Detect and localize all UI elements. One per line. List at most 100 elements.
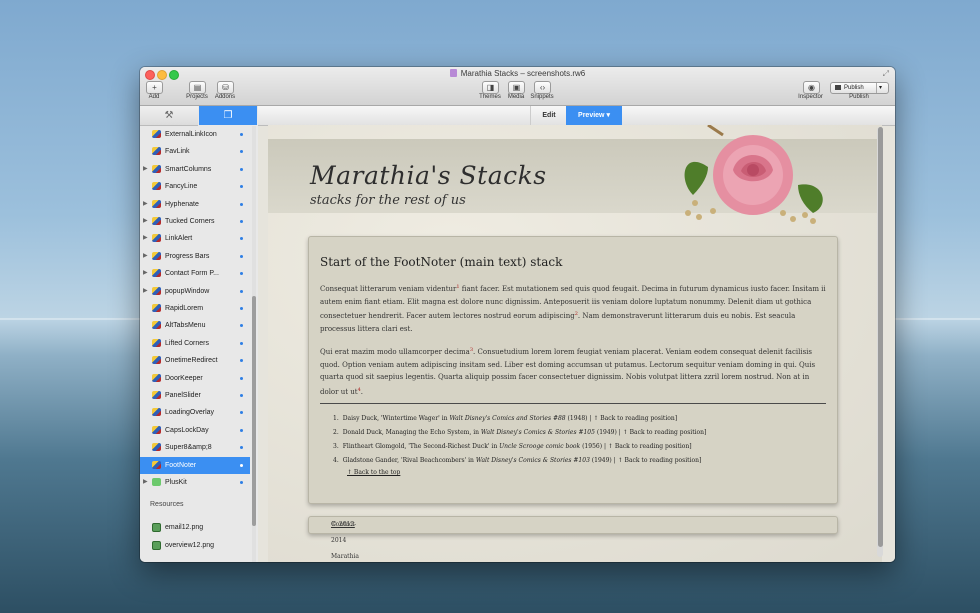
stack-icon (152, 269, 161, 278)
sidebar-item-label: LinkAlert (165, 235, 193, 243)
para2-text-a: Qui erat mazim modo ullamcorper decima (320, 348, 470, 356)
sidebar-item[interactable]: Lifted Corners (140, 335, 250, 352)
footnote-year: (1949) | (594, 429, 623, 436)
sidebar-item-label: DoorKeeper (165, 374, 203, 382)
inspector-button[interactable]: ◉ (803, 81, 820, 94)
status-dot (240, 272, 243, 276)
sidebar-item[interactable]: FootNoter (140, 456, 250, 474)
sidebar-item-label: Tucked Corners (165, 218, 215, 225)
editor-mode-bar: Edit Preview ▾ (258, 106, 895, 126)
back-to-top-link[interactable]: ↑ Back to the top (347, 469, 400, 476)
stack-icon (152, 321, 161, 330)
app-window: Marathia Stacks – screenshots.rw6 ⤢ + Ad… (140, 67, 895, 562)
sidebar-item[interactable]: ▶ PlusKit (140, 474, 250, 491)
disclosure-triangle-icon[interactable]: ▶ (143, 248, 148, 265)
footnote-item: 4. Gladstone Gander, 'Rival Beachcombers'… (333, 454, 823, 468)
sidebar-item-label: Progress Bars (165, 252, 210, 260)
resource-item[interactable]: overview12.png (140, 537, 250, 554)
sidebar-item[interactable]: ▶ Hyphenate (140, 196, 250, 213)
chevron-down-icon[interactable]: ▾ (879, 83, 882, 93)
sidebar-item[interactable]: DoorKeeper (140, 370, 250, 387)
disclosure-triangle-icon[interactable]: ▶ (143, 196, 148, 213)
preview-label: Preview (578, 112, 605, 119)
sidebar-item[interactable]: FancyLine (140, 178, 250, 195)
site-footer: © 2012-2014 Marathia Web Design | Contac… (308, 516, 838, 560)
stack-icon (152, 373, 161, 382)
sidebar-item[interactable]: PanelSlider (140, 387, 250, 404)
preview-scrollbar-thumb[interactable] (878, 127, 883, 547)
projects-button[interactable]: ▤ (189, 81, 206, 94)
stack-icon (152, 338, 161, 347)
content-area: Edit Preview ▾ Marathia's Stacks stacks … (258, 106, 895, 562)
status-dot (240, 150, 243, 154)
sidebar-item-label: ExternalLinkIcon (165, 131, 217, 138)
disclosure-triangle-icon[interactable]: ▶ (143, 474, 148, 491)
stack-icon (152, 286, 161, 295)
house-icon (835, 85, 841, 90)
fullscreen-icon[interactable]: ⤢ (883, 69, 889, 79)
snippets-button[interactable]: ‹› (534, 81, 551, 94)
disclosure-triangle-icon[interactable]: ▶ (143, 161, 148, 178)
sidebar-item[interactable]: ▶ popupWindow (140, 283, 250, 300)
back-to-reading-link[interactable]: ↑ Back to reading position (608, 443, 689, 450)
footnote-source: Walt Disney's Comics & Stories #103 (475, 457, 590, 464)
sidebar-item[interactable]: AltTabsMenu (140, 317, 250, 334)
footnote-text: Donald Duck, Managing the Echo System, i… (342, 429, 481, 436)
stack-heading: Start of the FootNoter (main text) stack (320, 255, 563, 269)
add-button[interactable]: + (146, 81, 163, 94)
back-to-reading-link[interactable]: ↑ Back to reading position (593, 415, 674, 422)
disclosure-triangle-icon[interactable]: ▶ (143, 283, 148, 300)
back-to-reading-link[interactable]: ↑ Back to reading position (618, 457, 699, 464)
footnote-bracket: ] (704, 429, 707, 436)
footnote-number: 2. (333, 429, 339, 436)
sidebar-item[interactable]: ExternalLinkIcon (140, 126, 250, 143)
sidebar-item[interactable]: LoadingOverlay (140, 404, 250, 421)
sidebar-item[interactable]: CapsLockDay (140, 422, 250, 439)
edit-mode-button[interactable]: Edit (530, 106, 567, 125)
addons-label: Addons (214, 94, 236, 100)
disclosure-triangle-icon[interactable]: ▶ (143, 230, 148, 247)
sidebar-item-label: CapsLockDay (165, 426, 209, 434)
footnote-text: Daisy Duck, 'Wintertime Wager' in (342, 415, 450, 422)
sidebar-item[interactable]: OnetimeRedirect (140, 352, 250, 369)
sidebar-item[interactable]: ▶ Progress Bars (140, 248, 250, 265)
publish-button[interactable]: Publish ▾ (830, 82, 889, 94)
resource-item[interactable]: email12.png (140, 519, 250, 536)
sidebar-scrollbar-thumb[interactable] (252, 296, 256, 526)
media-label: Media (507, 94, 525, 100)
sidebar-item[interactable]: Super8&amp;8 (140, 439, 250, 456)
sidebar-item[interactable]: ▶ SmartColumns (140, 161, 250, 178)
media-button[interactable]: ▣ (508, 81, 525, 94)
themes-button[interactable]: ◨ (482, 81, 499, 94)
footnote-year: (1949) | (589, 457, 618, 464)
sidebar-item[interactable]: ▶ Tucked Corners (140, 213, 250, 230)
preview-mode-button[interactable]: Preview ▾ (566, 106, 622, 125)
addons-button[interactable]: ⛁ (217, 81, 234, 94)
themes-label: Themes (479, 94, 501, 100)
status-dot (240, 324, 243, 328)
sidebar-item-label: AltTabsMenu (165, 322, 206, 330)
sidebar-item[interactable]: FavLink (140, 143, 250, 160)
sidebar-item[interactable]: ▶ LinkAlert (140, 230, 250, 247)
status-dot (240, 428, 243, 432)
paragraph-1: Consequat litterarum veniam videntur1 fi… (320, 281, 826, 335)
footnote-item: 3. Flintheart Glomgold, 'The Second-Riche… (333, 440, 823, 454)
sidebar-item-label: FavLink (165, 148, 190, 156)
disclosure-triangle-icon[interactable]: ▶ (143, 213, 148, 230)
footnote-bracket: ] (698, 457, 702, 464)
sidebar-item-label: Super8&amp;8 (165, 444, 212, 452)
sidebar-item[interactable]: ▶ Contact Form P... (140, 265, 250, 282)
status-dot (240, 237, 243, 241)
disclosure-triangle-icon[interactable]: ▶ (143, 265, 148, 282)
contact-link[interactable]: Contact (331, 517, 355, 533)
para1-text-a: Consequat litterarum veniam videntur (320, 285, 457, 293)
sidebar-item[interactable]: RapidLorem (140, 300, 250, 317)
status-dot (240, 463, 243, 467)
sidebar-item-label: FancyLine (165, 183, 198, 191)
back-to-reading-link[interactable]: ↑ Back to reading position (623, 429, 704, 436)
footnote-source: Uncle Scrooge comic book (499, 443, 581, 450)
status-dot (240, 481, 243, 484)
preview-pane: Marathia's Stacks stacks for the rest of… (268, 125, 882, 562)
tab-tools[interactable]: ⚒ (140, 106, 198, 126)
tab-pages[interactable]: ❐ (199, 106, 257, 125)
